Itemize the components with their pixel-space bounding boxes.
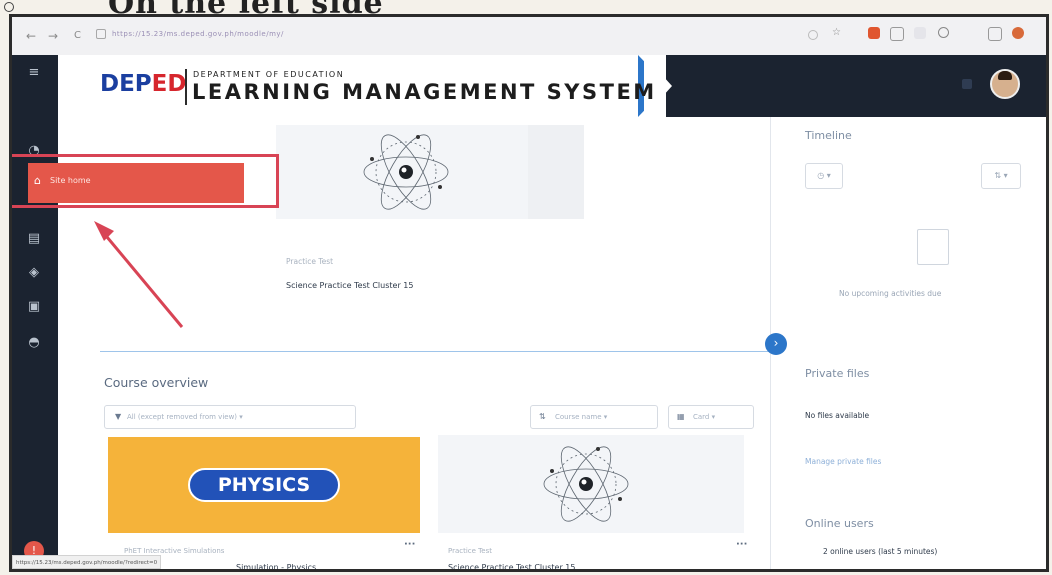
- tab-search-icon[interactable]: [914, 27, 926, 39]
- no-files-text: No files available: [805, 411, 870, 420]
- course-card-name[interactable]: Simulation - Physics: [236, 563, 316, 569]
- course-card-image-physics[interactable]: PHYSICS: [108, 437, 420, 533]
- block-drawer: Timeline ◷ ▾ ⇅ ▾ No upcoming activities …: [770, 117, 1046, 569]
- settings-icon[interactable]: [988, 27, 1002, 41]
- course-filter-dropdown[interactable]: ▼ All (except removed from view) ▾: [104, 405, 356, 429]
- status-bar-url: https://15.23/ms.deped.gov.ph/moodle/?re…: [12, 555, 162, 569]
- history-icon[interactable]: [938, 27, 949, 38]
- section-divider: [100, 351, 768, 352]
- screenshot-frame: ← → C https://15.23/ms.deped.gov.ph/mood…: [9, 14, 1049, 572]
- filter-icon: ▼: [115, 412, 122, 421]
- header-dark-band: [666, 55, 1046, 117]
- course-overview-title: Course overview: [104, 375, 209, 390]
- course-card-category: Practice Test: [448, 547, 492, 555]
- filter-label: All (except removed from view) ▾: [127, 413, 243, 421]
- course-card-name[interactable]: Science Practice Test Cluster 15: [448, 563, 575, 569]
- user-avatar[interactable]: [990, 69, 1020, 99]
- notification-icon[interactable]: [962, 79, 972, 89]
- chevron-right-icon[interactable]: ›: [765, 333, 787, 355]
- online-users-text: 2 online users (last 5 minutes): [823, 547, 938, 556]
- sort-icon: ⇅: [539, 412, 546, 421]
- timeline-filter-dropdown[interactable]: ◷ ▾: [805, 163, 843, 189]
- physics-badge: PHYSICS: [188, 468, 340, 502]
- zoom-icon[interactable]: [808, 30, 818, 40]
- online-users-title: Online users: [805, 517, 874, 530]
- course-card-category: PhET Interactive Simulations: [124, 547, 225, 555]
- no-activities-text: No upcoming activities due: [839, 289, 942, 298]
- manage-files-link[interactable]: Manage private files: [805, 457, 881, 466]
- bullet-icon: [4, 2, 14, 12]
- view-dropdown[interactable]: ▦ Card ▾: [668, 405, 754, 429]
- timeline-sort-dropdown[interactable]: ⇅ ▾: [981, 163, 1021, 189]
- atom-icon: [543, 446, 629, 522]
- star-icon[interactable]: ☆: [832, 27, 844, 39]
- extension-icon[interactable]: [868, 27, 880, 39]
- view-label: Card ▾: [693, 413, 716, 421]
- timeline-title: Timeline: [805, 129, 852, 142]
- course-card-image-science[interactable]: [438, 435, 744, 533]
- grid-icon: ▦: [677, 412, 685, 421]
- more-options-icon[interactable]: ···: [736, 539, 747, 550]
- callout-arrow-icon: [94, 221, 184, 328]
- sort-dropdown[interactable]: ⇅ Course name ▾: [530, 405, 658, 429]
- more-options-icon[interactable]: ···: [404, 539, 415, 550]
- profile-icon[interactable]: [1012, 27, 1024, 39]
- recent-course-name[interactable]: Science Practice Test Cluster 15: [286, 281, 413, 290]
- sort-label: Course name ▾: [555, 413, 608, 421]
- empty-calendar-icon: [917, 229, 949, 265]
- atom-icon: [363, 134, 449, 210]
- reading-list-icon[interactable]: [890, 27, 904, 41]
- private-files-title: Private files: [805, 367, 870, 380]
- recent-course-image-next: [528, 125, 584, 219]
- recent-course-category: Practice Test: [286, 257, 334, 266]
